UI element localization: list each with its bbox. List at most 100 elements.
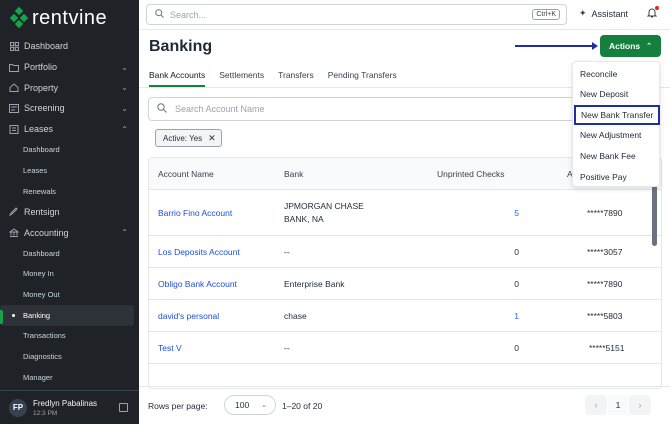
assistant-button[interactable]: ✦ Assistant (579, 8, 628, 19)
sidebar-subitem-money-out[interactable]: Money Out (0, 284, 139, 305)
chevron-right-icon: › (638, 400, 642, 410)
tab-bar: Bank Accounts Settlements Transfers Pend… (149, 67, 411, 87)
chevron-down-icon: ⌄ (121, 83, 128, 93)
sidebar-item-dashboard[interactable]: Dashboard (0, 36, 139, 57)
sparkle-icon: ✦ (579, 8, 587, 18)
unprinted-checks-count[interactable]: 5 (479, 208, 519, 218)
account-name-link[interactable]: Obligo Bank Account (158, 279, 237, 289)
sidebar-subitem-label: Dashboard (23, 248, 60, 258)
filter-chip-label: Active: Yes (163, 133, 203, 143)
column-header-bank[interactable]: Bank (284, 169, 303, 179)
logo-mark-icon (9, 6, 29, 29)
menu-item-positive-pay[interactable]: Positive Pay (573, 167, 661, 187)
sidebar-subitem-lease-dashboard[interactable]: Dashboard (0, 139, 139, 160)
chevron-up-icon: ⌃ (646, 43, 653, 50)
sidebar-subitem-accounting-dashboard[interactable]: Dashboard (0, 243, 139, 264)
rows-per-page-label: Rows per page: (148, 401, 208, 411)
page-number-button[interactable]: 1 (608, 395, 628, 415)
unprinted-checks-count: 0 (514, 279, 519, 289)
sidebar-subitem-diagnostics[interactable]: Diagnostics (0, 346, 139, 367)
masked-account-number: *****5803 (587, 311, 623, 321)
sidebar-subitem-leases[interactable]: Leases (0, 160, 139, 181)
sidebar-item-label: Property (24, 82, 59, 93)
tab-transfers[interactable]: Transfers (278, 67, 314, 87)
bank-name: chase (284, 311, 307, 321)
table-row[interactable]: Obligo Bank Account Enterprise Bank 0 **… (149, 268, 661, 300)
accounting-icon (9, 228, 19, 238)
account-name-link[interactable]: Test V (158, 343, 182, 353)
unprinted-checks-count: 0 (514, 343, 519, 353)
sidebar-item-rentsign[interactable]: Rentsign (0, 202, 139, 223)
table-row[interactable]: Los Deposits Account -- 0 *****3057 (149, 236, 661, 268)
shortcut-badge: Ctrl+K (532, 9, 560, 20)
dashboard-icon (9, 41, 19, 51)
account-name-link[interactable]: Los Deposits Account (158, 247, 240, 257)
table-row[interactable]: Barrio Fino Account JPMORGAN CHASE BANK,… (149, 190, 661, 236)
masked-account-number: *****5151 (589, 343, 625, 353)
rentvine-logo[interactable]: rentvine (9, 6, 107, 30)
sidebar-item-accounting[interactable]: Accounting ⌃ (0, 222, 139, 243)
collapse-sidebar-icon[interactable] (119, 403, 128, 412)
close-icon[interactable]: ✕ (208, 133, 216, 144)
rows-per-page-select[interactable]: 100 ⌄ (224, 395, 276, 415)
sidebar-subitem-money-in[interactable]: Money In (0, 264, 139, 285)
filter-chip-active[interactable]: Active: Yes ✕ (155, 129, 222, 147)
sidebar-subitem-renewals[interactable]: Renewals (0, 181, 139, 202)
user-profile[interactable]: FP Fredlyn Pabalinas 12:3 PM (0, 390, 139, 424)
sidebar: rentvine Dashboard Portfolio ⌄ Property … (0, 0, 139, 424)
global-search-input[interactable]: Search... Ctrl+K (146, 4, 567, 25)
bank-name: -- (284, 247, 290, 257)
bank-name: JPMORGAN CHASE (284, 201, 364, 211)
active-dot-icon (12, 313, 15, 317)
masked-account-number: *****7890 (587, 279, 623, 289)
menu-item-reconcile[interactable]: Reconcile (573, 64, 661, 84)
table-scrollbar[interactable] (652, 184, 657, 246)
sidebar-subitem-transactions[interactable]: Transactions (0, 326, 139, 347)
assistant-label: Assistant (591, 8, 629, 19)
menu-item-new-adjustment[interactable]: New Adjustment (573, 125, 661, 145)
chevron-down-icon: ⌄ (261, 402, 267, 409)
tab-settlements[interactable]: Settlements (219, 67, 264, 87)
masked-account-number: *****3057 (587, 247, 623, 257)
sidebar-item-label: Dashboard (24, 41, 69, 52)
table-row[interactable]: Test V -- 0 *****5151 (149, 332, 661, 364)
menu-item-new-bank-fee[interactable]: New Bank Fee (573, 146, 661, 166)
next-page-button[interactable]: › (629, 395, 651, 415)
leases-icon (9, 124, 19, 134)
sidebar-item-label: Rentsign (24, 206, 60, 217)
sidebar-subitem-label: Money In (23, 269, 54, 279)
tab-pending-transfers[interactable]: Pending Transfers (328, 67, 397, 87)
sidebar-item-screening[interactable]: Screening ⌄ (0, 98, 139, 119)
rentsign-icon (9, 207, 19, 217)
table-row[interactable]: david's personal chase 1 *****5803 (149, 300, 661, 332)
column-header-unprinted-checks[interactable]: Unprinted Checks (437, 169, 505, 179)
sidebar-subitem-label: Money Out (23, 290, 60, 300)
sidebar-subitem-label: Renewals (23, 186, 56, 196)
bank-name: Enterprise Bank (284, 279, 345, 289)
unprinted-checks-count[interactable]: 1 (479, 311, 519, 321)
sidebar-subitem-banking[interactable]: Banking (0, 304, 134, 326)
rows-per-page-value: 100 (235, 400, 250, 410)
sidebar-item-property[interactable]: Property ⌄ (0, 77, 139, 98)
bank-name-line2: BANK, NA (284, 214, 324, 224)
account-name-link[interactable]: david's personal (158, 311, 219, 321)
sidebar-subitem-label: Transactions (23, 331, 66, 341)
masked-account-number: *****7890 (587, 208, 623, 218)
sidebar-item-portfolio[interactable]: Portfolio ⌄ (0, 57, 139, 78)
actions-menu: Reconcile New Deposit New Bank Transfer … (572, 61, 660, 187)
menu-item-new-deposit[interactable]: New Deposit (573, 84, 661, 104)
sidebar-subitem-manager[interactable]: Manager (0, 367, 139, 388)
page-title: Banking (149, 38, 213, 55)
sidebar-item-label: Leases (24, 124, 54, 135)
sidebar-subitem-label: Diagnostics (23, 352, 62, 362)
account-search-input[interactable]: Search Account Name (148, 97, 588, 121)
actions-button[interactable]: Actions ⌃ (600, 35, 661, 57)
previous-page-button[interactable]: ‹ (585, 395, 607, 415)
annotation-arrow (515, 42, 598, 50)
account-name-link[interactable]: Barrio Fino Account (158, 208, 232, 218)
menu-item-new-bank-transfer[interactable]: New Bank Transfer (574, 105, 660, 125)
user-name: Fredlyn Pabalinas (33, 398, 98, 408)
tab-bank-accounts[interactable]: Bank Accounts (149, 67, 206, 87)
sidebar-item-leases[interactable]: Leases ⌃ (0, 119, 139, 140)
column-header-account-name[interactable]: Account Name (158, 169, 214, 179)
